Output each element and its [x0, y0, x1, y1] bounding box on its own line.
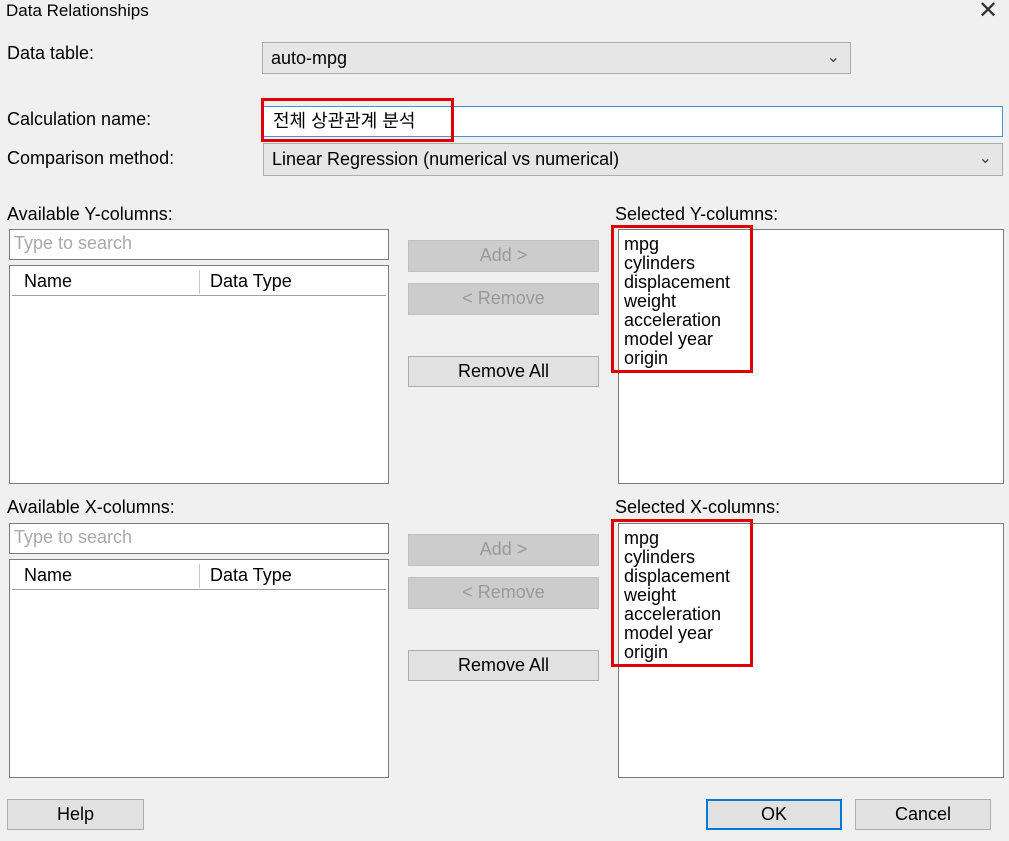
x-remove-all-button[interactable]: Remove All [408, 650, 599, 681]
x-column-header-name[interactable]: Name [14, 562, 199, 589]
selected-column-item[interactable]: displacement [624, 567, 730, 586]
calculation-name-label: Calculation name: [7, 109, 152, 129]
help-button[interactable]: Help [7, 799, 144, 830]
calculation-name-value: 전체 상관관계 분석 [273, 111, 416, 131]
x-column-header-datatype[interactable]: Data Type [200, 562, 386, 589]
available-y-columns-label: Available Y-columns: [7, 204, 173, 224]
x-search-input[interactable]: Type to search [9, 523, 389, 554]
selected-column-item[interactable]: weight [624, 586, 730, 605]
y-list-header: Name Data Type [12, 268, 386, 296]
data-table-value: auto-mpg [271, 48, 348, 68]
selected-column-item[interactable]: cylinders [624, 548, 730, 567]
selected-y-columns-label: Selected Y-columns: [615, 204, 779, 224]
x-selected-items: mpg cylinders displacement weight accelerati… [624, 529, 730, 662]
selected-column-item[interactable]: mpg [624, 235, 730, 254]
ok-button[interactable]: OK [706, 799, 842, 830]
x-add-button[interactable]: Add > [408, 534, 599, 566]
cancel-button[interactable]: Cancel [855, 799, 991, 830]
y-remove-button[interactable]: < Remove [408, 283, 599, 315]
y-selected-items: mpg cylinders displacement weight accelerati… [624, 235, 730, 368]
available-y-columns-list[interactable]: Name Data Type [9, 265, 389, 484]
selected-column-item[interactable]: weight [624, 292, 730, 311]
selected-column-item[interactable]: model year [624, 330, 730, 349]
data-table-label: Data table: [7, 43, 95, 63]
comparison-method-value: Linear Regression (numerical vs numerica… [272, 149, 620, 169]
x-search-placeholder: Type to search [14, 527, 133, 547]
calculation-name-input[interactable]: 전체 상관관계 분석 [263, 106, 1003, 137]
selected-column-item[interactable]: acceleration [624, 311, 730, 330]
selected-column-item[interactable]: origin [624, 349, 730, 368]
selected-column-item[interactable]: cylinders [624, 254, 730, 273]
data-table-select[interactable]: auto-mpg ⌄ [262, 42, 851, 74]
comparison-method-label: Comparison method: [7, 148, 175, 168]
selected-column-item[interactable]: displacement [624, 273, 730, 292]
y-column-header-name[interactable]: Name [14, 268, 199, 295]
y-remove-all-button[interactable]: Remove All [408, 356, 599, 387]
selected-column-item[interactable]: origin [624, 643, 730, 662]
y-search-input[interactable]: Type to search [9, 229, 389, 260]
y-search-placeholder: Type to search [14, 233, 133, 253]
comparison-method-select[interactable]: Linear Regression (numerical vs numerica… [263, 143, 1003, 176]
y-add-button[interactable]: Add > [408, 240, 599, 272]
y-column-header-datatype[interactable]: Data Type [200, 268, 386, 295]
available-x-columns-label: Available X-columns: [7, 497, 175, 517]
selected-column-item[interactable]: mpg [624, 529, 730, 548]
selected-x-columns-label: Selected X-columns: [615, 497, 781, 517]
window-title: Data Relationships [6, 1, 149, 20]
chevron-down-icon: ⌄ [978, 150, 992, 167]
chevron-down-icon: ⌄ [826, 49, 840, 66]
selected-column-item[interactable]: acceleration [624, 605, 730, 624]
available-x-columns-list[interactable]: Name Data Type [9, 559, 389, 778]
selected-x-columns-list[interactable]: mpg cylinders displacement weight accelerati… [618, 523, 1004, 778]
selected-y-columns-list[interactable]: mpg cylinders displacement weight accelerati… [618, 229, 1004, 484]
x-remove-button[interactable]: < Remove [408, 577, 599, 609]
selected-column-item[interactable]: model year [624, 624, 730, 643]
close-icon[interactable]: ✕ [977, 0, 999, 24]
x-list-header: Name Data Type [12, 562, 386, 590]
